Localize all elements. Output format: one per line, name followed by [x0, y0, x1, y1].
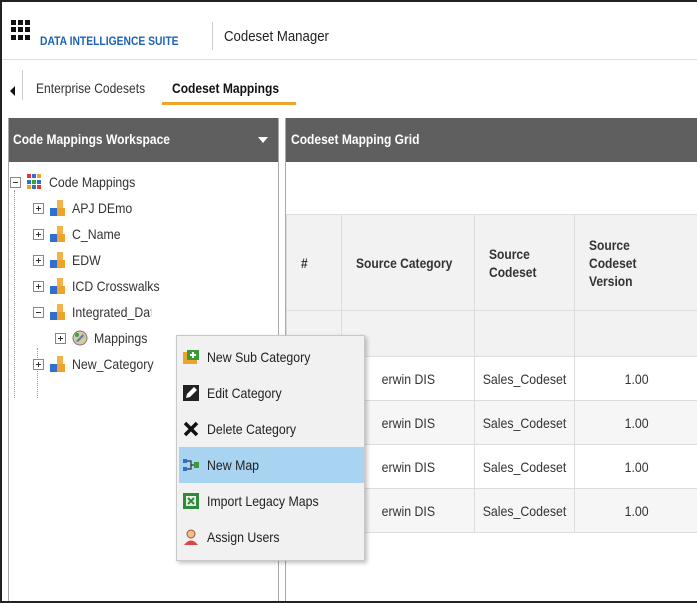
source-codeset-cell: Sales_Codeset: [474, 444, 576, 489]
column-header-source-codeset[interactable]: Source Codeset: [474, 214, 576, 311]
expand-icon[interactable]: [33, 202, 44, 214]
menu-item-new-map[interactable]: New Map: [179, 447, 364, 483]
menu-item-new-sub-category[interactable]: New Sub Category: [179, 339, 364, 375]
expand-icon[interactable]: [55, 332, 66, 344]
source-codeset-cell: Sales_Codeset: [474, 488, 576, 533]
category-icon: [50, 278, 66, 294]
top-bar: DATA INTELLIGENCE SUITE Codeset Manager: [2, 2, 697, 60]
tab-bar: Enterprise Codesets Codeset Mappings: [2, 62, 697, 105]
tree-item-label: C_Name: [72, 226, 121, 242]
category-icon: [50, 226, 66, 242]
tab-divider: [22, 70, 23, 100]
menu-item-import-legacy-maps[interactable]: Import Legacy Maps: [179, 483, 364, 519]
collapse-icon[interactable]: [33, 306, 44, 318]
category-icon: [50, 356, 66, 372]
user-icon: [184, 529, 198, 545]
source-version-cell: 1.00: [574, 356, 697, 401]
expand-icon[interactable]: [33, 358, 44, 370]
excel-import-icon: [183, 493, 199, 509]
filter-cell[interactable]: [474, 310, 576, 357]
tree-line: [14, 190, 15, 398]
tree-item-icd-crosswalks[interactable]: ICD Crosswalks: [33, 276, 172, 296]
column-header-source-codeset-version[interactable]: Source Codeset Version: [574, 214, 697, 311]
column-header-number[interactable]: #: [285, 214, 343, 311]
header-divider: [212, 22, 213, 50]
tree-item-edw[interactable]: EDW: [33, 250, 105, 270]
app-title: Codeset Manager: [224, 28, 329, 45]
workspace-title: Code Mappings Workspace: [13, 131, 171, 147]
source-version-cell: 1.00: [574, 444, 697, 489]
active-tab-indicator: [162, 102, 296, 105]
menu-item-edit-category[interactable]: Edit Category: [179, 375, 364, 411]
tree-item-label: Integrated_Data: [72, 304, 151, 320]
expand-icon[interactable]: [33, 280, 44, 292]
tree-item-label: New_Category: [72, 356, 154, 372]
expand-icon[interactable]: [33, 228, 44, 240]
mappings-icon: [72, 330, 88, 346]
column-header-source-category[interactable]: Source Category: [341, 214, 476, 311]
category-icon: [50, 252, 66, 268]
tree-item-apj-demo[interactable]: APJ DEmo: [33, 198, 140, 218]
tree-root[interactable]: Code Mappings: [10, 172, 147, 192]
collapse-icon[interactable]: [10, 176, 21, 188]
code-mappings-icon: [27, 174, 43, 190]
grid-title: Codeset Mapping Grid: [291, 131, 420, 147]
grid-header-row: # Source Category Source Codeset Source …: [285, 214, 697, 311]
app-window: DATA INTELLIGENCE SUITE Codeset Manager …: [0, 0, 697, 603]
tree-item-new-category[interactable]: New_Category: [33, 354, 165, 374]
tree-item-c-name[interactable]: C_Name: [33, 224, 127, 244]
pencil-icon: [183, 385, 199, 401]
tab-codeset-mappings[interactable]: Codeset Mappings: [172, 80, 279, 96]
category-icon: [50, 200, 66, 216]
filter-cell[interactable]: [574, 310, 697, 357]
tree-item-label: Mappings: [94, 330, 148, 346]
tree-item-mappings[interactable]: Mappings: [55, 328, 155, 348]
tree-item-label: EDW: [72, 252, 101, 268]
tree-root-label: Code Mappings: [49, 174, 136, 190]
chevron-down-icon[interactable]: [258, 137, 268, 143]
menu-item-delete-category[interactable]: Delete Category: [179, 411, 364, 447]
delete-x-icon: [183, 421, 199, 437]
expand-icon[interactable]: [33, 254, 44, 266]
source-codeset-cell: Sales_Codeset: [474, 400, 576, 445]
tree-item-label: APJ DEmo: [72, 200, 133, 216]
suite-name: DATA INTELLIGENCE SUITE: [40, 34, 179, 48]
category-icon: [50, 304, 66, 320]
source-version-cell: 1.00: [574, 488, 697, 533]
menu-item-assign-users[interactable]: Assign Users: [179, 519, 364, 555]
tab-scroll-left-icon[interactable]: [10, 86, 15, 96]
context-menu: New Sub Category Edit Category Delete Ca…: [176, 335, 365, 561]
source-version-cell: 1.00: [574, 400, 697, 445]
tree-item-label: ICD Crosswalks: [72, 278, 160, 294]
new-sub-category-icon: [183, 350, 199, 364]
tree-item-integrated-data[interactable]: Integrated_Data: [33, 302, 162, 322]
new-map-icon: [183, 459, 199, 471]
grid-header: Codeset Mapping Grid: [286, 118, 697, 162]
workspace-header[interactable]: Code Mappings Workspace: [9, 118, 278, 162]
app-grid-icon[interactable]: [11, 20, 31, 40]
source-codeset-cell: Sales_Codeset: [474, 356, 576, 401]
tab-enterprise-codesets[interactable]: Enterprise Codesets: [36, 80, 145, 96]
